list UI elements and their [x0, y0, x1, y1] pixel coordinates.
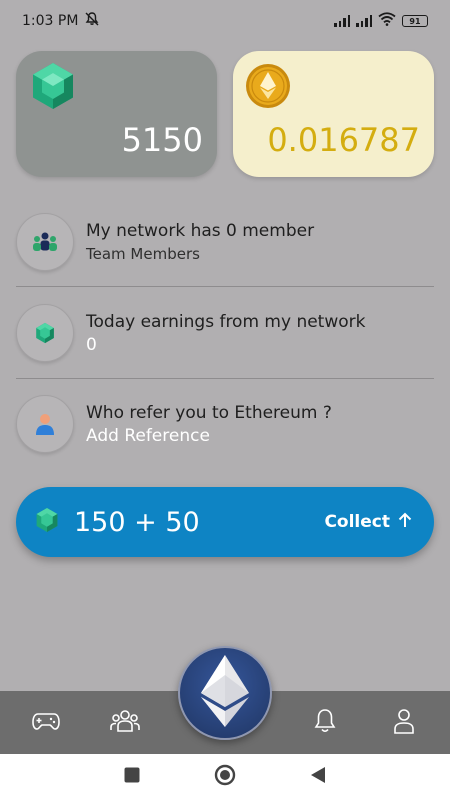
ethereum-home-button[interactable] [178, 646, 272, 740]
eth-balance-card[interactable]: 0.016787 [233, 51, 434, 177]
earnings-value: 0 [86, 334, 97, 355]
earnings-row[interactable]: Today earnings from my network 0 [16, 289, 434, 377]
recents-square-icon [124, 767, 140, 787]
collect-amount: 150 + 50 [74, 506, 200, 538]
status-bar: 1:03 PM 91 [0, 0, 450, 42]
ethereum-coin-icon [245, 63, 291, 109]
wifi-icon [378, 12, 396, 30]
network-row[interactable]: My network has 0 member Team Members [16, 198, 434, 286]
network-text: My network has 0 member Team Members [86, 220, 314, 265]
gem-balance-value: 5150 [121, 121, 203, 159]
mute-icon [84, 11, 100, 31]
referral-title: Who refer you to Ethereum ? [86, 402, 332, 423]
gem-icon [28, 61, 78, 111]
collect-reward: 150 + 50 [34, 507, 200, 538]
status-time: 1:03 PM [22, 13, 79, 29]
home-circle-icon [214, 764, 236, 790]
referral-row[interactable]: Who refer you to Ethereum ? Add Referenc… [16, 380, 434, 468]
back-button[interactable] [298, 757, 338, 797]
group-icon [110, 709, 140, 737]
nav-team[interactable] [96, 694, 154, 752]
nav-profile[interactable] [375, 694, 433, 752]
eth-balance-value: 0.016787 [267, 121, 420, 159]
network-subtitle: Team Members [86, 244, 200, 263]
collect-bar[interactable]: 150 + 50 Collect [16, 487, 434, 557]
divider [16, 286, 434, 287]
bell-icon [314, 708, 336, 738]
referral-text: Who refer you to Ethereum ? Add Referenc… [86, 402, 332, 447]
back-triangle-icon [310, 766, 326, 788]
nav-notifications[interactable] [296, 694, 354, 752]
signal-icon [356, 15, 372, 27]
home-button[interactable] [205, 757, 245, 797]
person-icon [16, 395, 74, 453]
ethereum-icon [201, 655, 249, 731]
recents-button[interactable] [112, 757, 152, 797]
status-left: 1:03 PM [22, 11, 100, 31]
status-right: 91 [334, 12, 428, 30]
system-nav-bar [0, 754, 450, 800]
gem-balance-card[interactable]: 5150 [16, 51, 217, 177]
earnings-text: Today earnings from my network 0 [86, 311, 366, 356]
team-icon [16, 213, 74, 271]
nav-games[interactable] [17, 694, 75, 752]
gem-icon [16, 304, 74, 362]
signal-icon [334, 15, 350, 27]
profile-icon [393, 708, 415, 738]
collect-label: Collect [324, 512, 390, 532]
network-title: My network has 0 member [86, 220, 315, 241]
battery-icon: 91 [402, 15, 428, 27]
collect-button[interactable]: Collect [324, 512, 412, 533]
arrow-up-icon [398, 512, 412, 533]
gamepad-icon [32, 711, 60, 735]
add-reference-link[interactable]: Add Reference [86, 425, 332, 447]
divider [16, 378, 434, 379]
earnings-title: Today earnings from my network [86, 311, 366, 332]
gem-icon [34, 507, 60, 537]
